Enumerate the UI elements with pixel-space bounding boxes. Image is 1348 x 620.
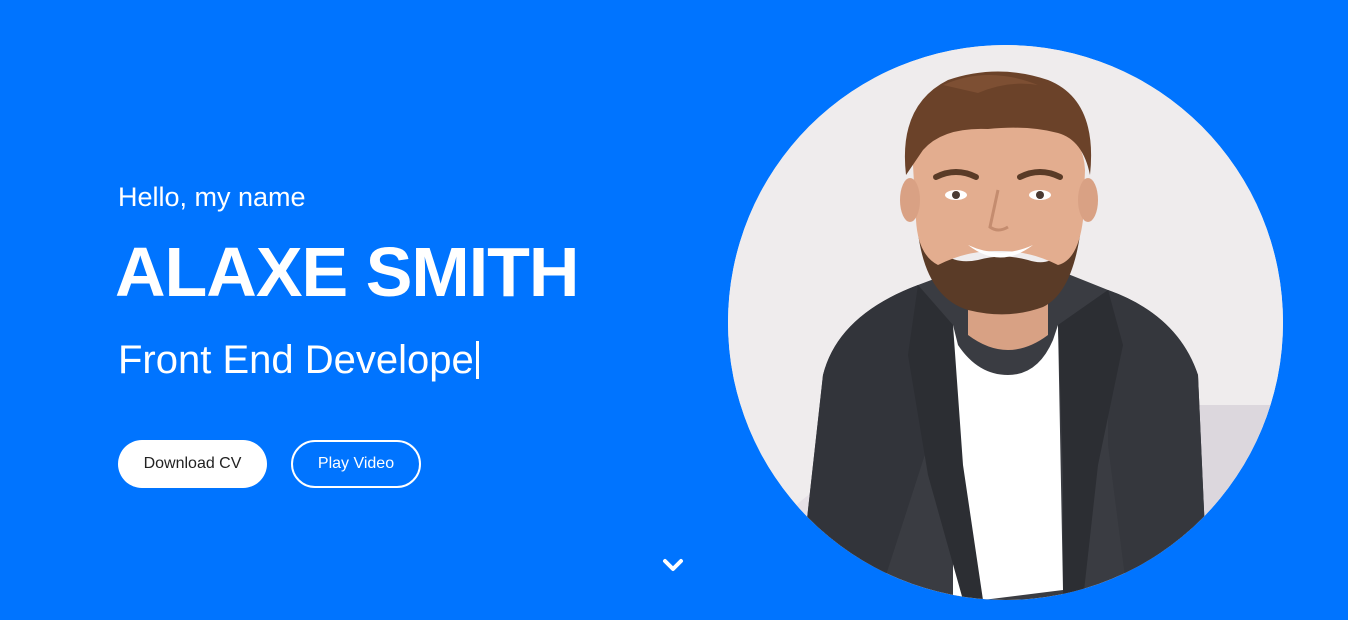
profile-photo — [728, 45, 1283, 600]
intro-block: Hello, my name ALAXE SMITH Front End Dev… — [115, 180, 678, 384]
hero-section: Hello, my name ALAXE SMITH Front End Dev… — [0, 0, 1348, 620]
typing-caret — [475, 341, 479, 379]
play-video-button[interactable]: Play Video — [291, 440, 421, 488]
hero-buttons: Download CV Play Video — [118, 440, 421, 488]
typed-role: Front End Develope — [118, 336, 678, 384]
role-text: Front End Develope — [118, 338, 474, 382]
greeting-text: Hello, my name — [118, 182, 306, 212]
download-cv-button[interactable]: Download CV — [118, 440, 267, 488]
person-name: ALAXE SMITH — [115, 233, 579, 311]
chevron-down-icon[interactable] — [662, 556, 684, 574]
